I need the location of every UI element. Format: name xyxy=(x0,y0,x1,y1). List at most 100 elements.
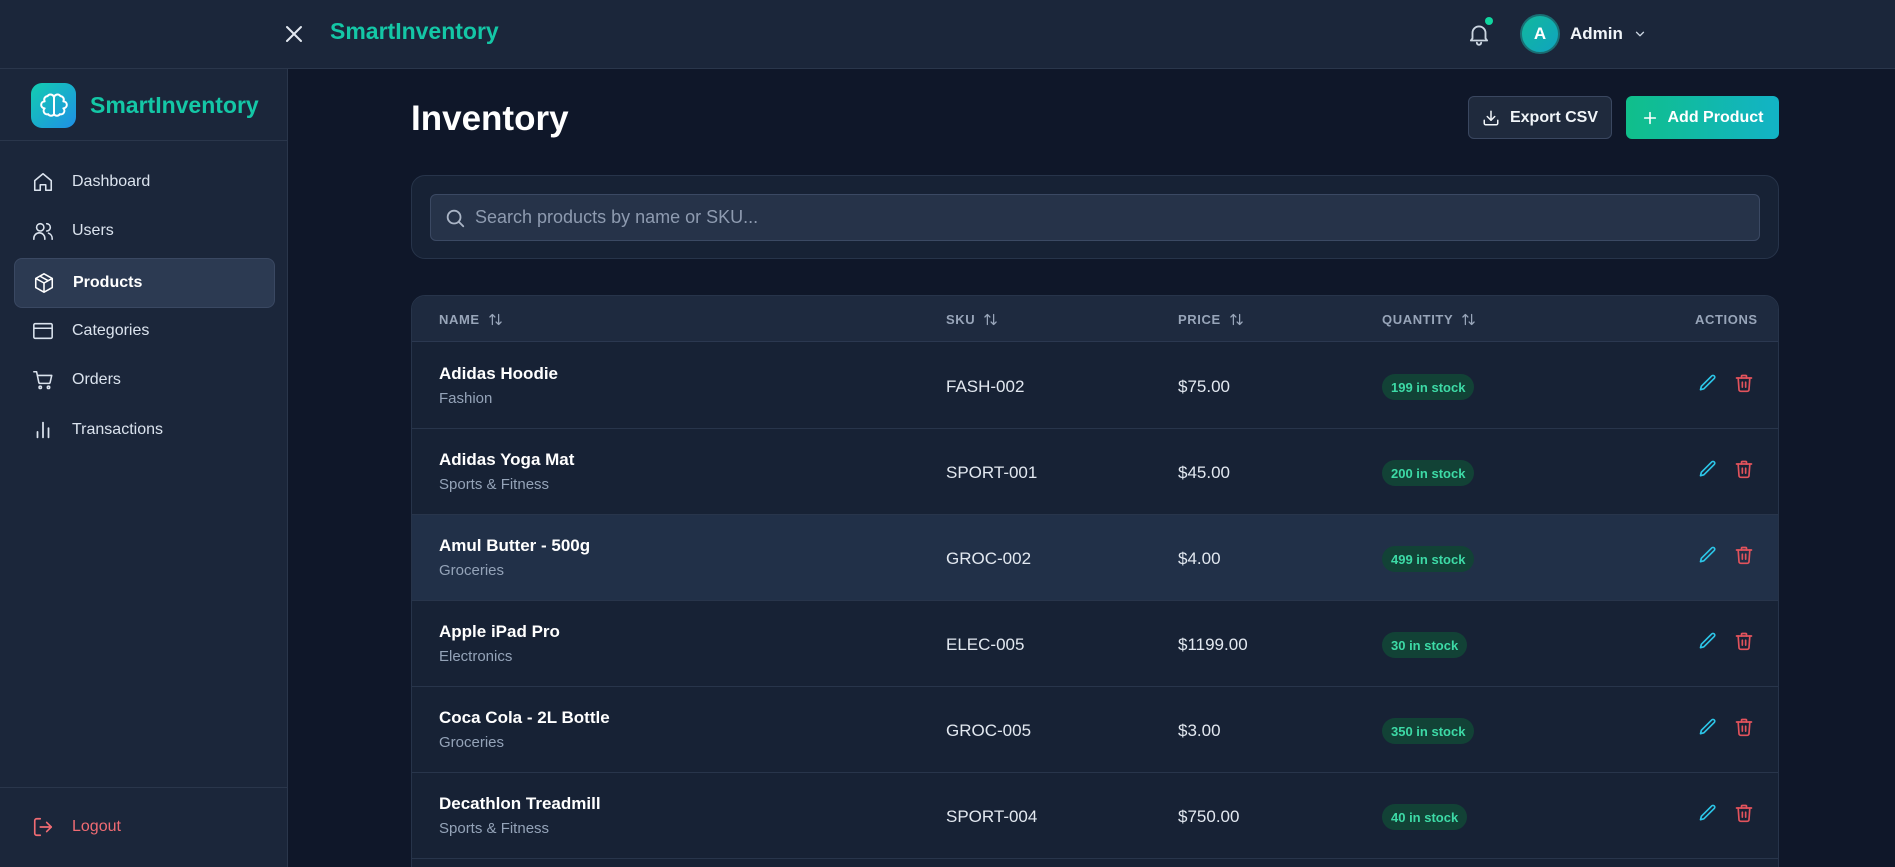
column-header-price[interactable]: PRICE xyxy=(1178,312,1244,327)
sidebar-item-label: Users xyxy=(72,222,114,239)
sidebar-divider xyxy=(0,787,288,788)
column-label: NAME xyxy=(439,312,480,327)
column-label: QUANTITY xyxy=(1382,312,1454,327)
product-price: $750.00 xyxy=(1178,807,1240,826)
product-sku: FASH-002 xyxy=(946,377,1025,396)
product-name: Decathlon Treadmill xyxy=(439,794,601,813)
sidebar-item-dashboard[interactable]: Dashboard xyxy=(14,157,275,207)
sidebar-item-transactions[interactable]: Transactions xyxy=(14,405,275,455)
trash-icon[interactable] xyxy=(1734,631,1754,651)
user-menu[interactable]: A Admin xyxy=(1520,13,1647,55)
search-card xyxy=(411,175,1779,259)
table-row[interactable]: Apple iPad Pro Electronics ELEC-005 $119… xyxy=(412,601,1778,687)
stock-badge: 30 in stock xyxy=(1382,632,1468,658)
search-box xyxy=(430,194,1760,241)
product-name: Adidas Hoodie xyxy=(439,364,559,383)
trash-icon[interactable] xyxy=(1734,717,1754,737)
trash-icon[interactable] xyxy=(1734,803,1754,823)
edit-icon[interactable] xyxy=(1698,803,1718,823)
edit-icon[interactable] xyxy=(1698,717,1718,737)
brain-logo-icon xyxy=(31,83,76,128)
table-row[interactable]: Adidas Yoga Mat Sports & Fitness SPORT-0… xyxy=(412,429,1778,515)
sidebar-item-label: Transactions xyxy=(72,421,163,438)
edit-icon[interactable] xyxy=(1698,459,1718,479)
table-row[interactable]: Amul Butter - 500g Groceries GROC-002 $4… xyxy=(412,515,1778,601)
trash-icon[interactable] xyxy=(1734,545,1754,565)
product-price: $45.00 xyxy=(1178,463,1230,482)
sidebar-item-products[interactable]: Products xyxy=(14,258,275,308)
cart-icon xyxy=(33,370,53,390)
stock-badge: 199 in stock xyxy=(1382,374,1475,400)
logout-icon xyxy=(33,817,53,837)
top-bar: SmartInventory A Admin xyxy=(0,0,1895,69)
close-icon[interactable] xyxy=(282,22,306,46)
column-header-sku[interactable]: SKU xyxy=(946,312,998,327)
notification-dot xyxy=(1485,17,1493,25)
product-category: Electronics xyxy=(439,648,513,665)
logout-button[interactable]: Logout xyxy=(14,804,275,850)
sort-icon xyxy=(1462,313,1475,326)
column-header-quantity[interactable]: QUANTITY xyxy=(1382,312,1476,327)
product-price: $1199.00 xyxy=(1178,635,1248,654)
plus-icon xyxy=(1643,111,1656,124)
product-category: Groceries xyxy=(439,734,505,751)
table-row[interactable]: Decathlon Treadmill Sports & Fitness SPO… xyxy=(412,773,1778,859)
trash-icon[interactable] xyxy=(1734,373,1754,393)
trash-icon[interactable] xyxy=(1734,459,1754,479)
column-header-actions: ACTIONS xyxy=(1695,312,1758,327)
product-price: $3.00 xyxy=(1178,721,1221,740)
product-name: Coca Cola - 2L Bottle xyxy=(439,708,610,727)
stock-badge: 200 in stock xyxy=(1382,460,1475,486)
product-name: Amul Butter - 500g xyxy=(439,536,591,555)
user-name: Admin xyxy=(1570,24,1623,43)
sidebar-item-orders[interactable]: Orders xyxy=(14,355,275,405)
edit-icon[interactable] xyxy=(1698,545,1718,565)
avatar: A xyxy=(1520,14,1560,54)
sidebar-brand: SmartInventory xyxy=(0,69,288,141)
edit-icon[interactable] xyxy=(1698,373,1718,393)
sidebar-item-label: Categories xyxy=(72,322,150,339)
add-product-button[interactable]: Add Product xyxy=(1626,96,1779,139)
search-icon xyxy=(446,209,465,228)
sort-icon xyxy=(1229,313,1243,326)
table-header: NAME SKU PRICE QUANTITY ACTIONS xyxy=(412,296,1778,342)
product-sku: SPORT-001 xyxy=(946,463,1038,482)
home-icon xyxy=(33,172,53,192)
table-row[interactable]: Coca Cola - 2L Bottle Groceries GROC-005… xyxy=(412,687,1778,773)
top-bar-brand: SmartInventory xyxy=(330,18,499,44)
sidebar-item-label: Products xyxy=(73,274,143,291)
box-icon xyxy=(34,273,54,293)
column-header-name[interactable]: NAME xyxy=(439,312,503,327)
stock-badge: 350 in stock xyxy=(1382,718,1475,744)
product-category: Fashion xyxy=(439,390,493,407)
edit-icon[interactable] xyxy=(1698,631,1718,651)
column-label: SKU xyxy=(946,312,976,327)
users-icon xyxy=(33,222,53,241)
chevron-down-icon xyxy=(1635,31,1645,37)
page-title: Inventory xyxy=(411,99,569,138)
product-name: Apple iPad Pro xyxy=(439,622,560,641)
stock-badge: 499 in stock xyxy=(1382,546,1475,572)
product-category: Groceries xyxy=(439,562,505,579)
stock-badge: 40 in stock xyxy=(1382,804,1468,830)
table-row[interactable]: Adidas Hoodie Fashion FASH-002 $75.00 19… xyxy=(412,343,1778,429)
bar-chart-icon xyxy=(36,421,50,439)
column-label: ACTIONS xyxy=(1695,312,1758,327)
sidebar-item-label: Orders xyxy=(72,371,121,388)
sort-icon xyxy=(984,313,997,326)
product-name: Adidas Yoga Mat xyxy=(439,450,575,469)
search-input[interactable] xyxy=(475,195,1745,240)
product-price: $4.00 xyxy=(1178,549,1221,568)
product-sku: ELEC-005 xyxy=(946,635,1025,654)
product-category: Sports & Fitness xyxy=(439,476,550,493)
products-table: NAME SKU PRICE QUANTITY ACTIONS Adidas H… xyxy=(411,295,1779,867)
add-product-label: Add Product xyxy=(1667,108,1764,126)
export-csv-button[interactable]: Export CSV xyxy=(1468,96,1612,139)
sidebar-item-users[interactable]: Users xyxy=(14,206,275,256)
folder-icon xyxy=(33,322,53,340)
column-label: PRICE xyxy=(1178,312,1221,327)
product-sku: GROC-005 xyxy=(946,721,1032,740)
product-sku: GROC-002 xyxy=(946,549,1032,568)
sidebar-item-categories[interactable]: Categories xyxy=(14,306,275,356)
download-icon xyxy=(1483,110,1499,125)
